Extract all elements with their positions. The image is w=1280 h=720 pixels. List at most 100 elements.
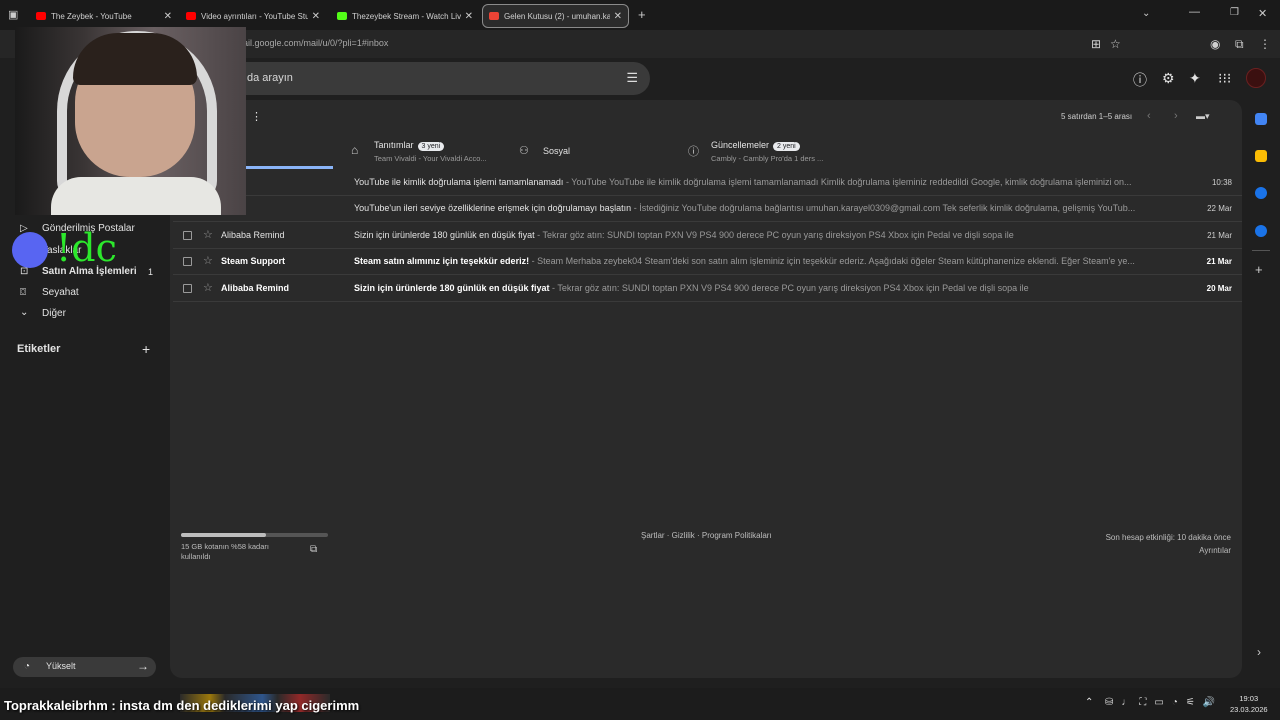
email-subject: Sizin için ürünlerde 180 günlük en düşük…: [354, 230, 535, 240]
email-row[interactable]: ☆ Alibaba Remind Sizin için ürünlerde 18…: [173, 223, 1242, 249]
webcam-person-shirt: [51, 177, 221, 215]
help-icon[interactable]: ⓘ: [1133, 70, 1147, 90]
address-text[interactable]: ail.google.com/mail/u/0/?pli=1#inbox: [243, 38, 388, 48]
restore-icon[interactable]: ❐: [1230, 7, 1239, 18]
tab-updates-label: Güncellemeler: [711, 140, 770, 150]
mail-search-bar[interactable]: da arayın ☰: [212, 62, 650, 95]
overlay-logo-text: !dc: [56, 226, 117, 270]
search-options-icon[interactable]: ☰: [626, 70, 638, 86]
tab-youtube[interactable]: The Zeybek - YouTube ✕: [30, 4, 178, 28]
tray-icons[interactable]: ⛁♩⛶▭◔⚟🔊: [1105, 697, 1223, 708]
storage-progress-bar: [181, 533, 328, 537]
tab-kick-stream[interactable]: Thezeybek Stream - Watch Live ✕: [331, 4, 479, 28]
rail-divider: [1252, 250, 1270, 251]
chevron-down-icon[interactable]: ⌄: [1142, 8, 1150, 19]
density-toggle-icon[interactable]: ▬▾: [1196, 111, 1210, 122]
email-subject-line: Sizin için ürünlerde 180 günlük en düşük…: [354, 230, 1169, 240]
profile-icon[interactable]: ◉: [1210, 37, 1220, 51]
kick-icon: [337, 12, 347, 20]
tray-chevron-icon[interactable]: ⌃: [1085, 697, 1093, 708]
extensions-icon[interactable]: ⧉: [1235, 37, 1244, 52]
tab-youtube-studio[interactable]: Video ayrıntıları - YouTube Studio✕: [180, 4, 326, 28]
tab-updates-preview: Cambly - Cambly Pro'da 1 ders ...: [711, 154, 824, 163]
footer-links[interactable]: Şartlar · Gizlilik · Program Politikalar…: [641, 531, 772, 540]
primary-tab-indicator: [233, 166, 333, 169]
email-date: 10:38: [1211, 178, 1232, 187]
tasks-icon[interactable]: [1255, 187, 1267, 199]
close-tab-icon[interactable]: ✕: [465, 11, 473, 22]
sidebar-item-travel[interactable]: Seyahat: [42, 287, 79, 298]
prev-page-icon[interactable]: ‹: [1147, 110, 1151, 122]
email-row[interactable]: ☆ Alibaba Remind Sizin için ürünlerde 18…: [173, 276, 1242, 302]
email-preview: - YouTube YouTube ile kimlik doğrulama i…: [563, 177, 1132, 187]
gmail-icon: [489, 12, 499, 20]
select-checkbox[interactable]: [183, 284, 192, 293]
clock-time: 19:03: [1239, 694, 1259, 703]
purchases-count: 1: [148, 267, 154, 277]
contacts-icon[interactable]: [1255, 225, 1267, 237]
tab-updates[interactable]: Güncellemeler 2 yeni Cambly - Cambly Pro'…: [711, 140, 836, 163]
details-link[interactable]: Ayrıntılar: [1106, 544, 1231, 557]
discord-logo: [12, 232, 48, 268]
star-icon[interactable]: ☆: [203, 254, 213, 267]
sidebar-item-more[interactable]: Diğer: [42, 308, 66, 319]
taskbar-clock[interactable]: 19:03 23.03.2026: [1230, 693, 1268, 715]
install-app-icon[interactable]: ⊞: [1091, 37, 1101, 51]
email-sender: Alibaba Remind: [221, 283, 290, 293]
email-preview: - İstediğiniz YouTube doğrulama bağlantı…: [631, 203, 1136, 213]
email-subject: Steam satın alımınız için teşekkür ederi…: [354, 256, 530, 266]
email-date: 22 Mar: [1207, 204, 1232, 213]
account-activity-text: Son hesap etkinliği: 10 dakika önce: [1105, 533, 1231, 542]
email-subject-line: Sizin için ürünlerde 180 günlük en düşük…: [354, 283, 1169, 293]
arrow-right-icon: →: [137, 659, 149, 673]
email-date: 21 Mar: [1207, 231, 1232, 240]
tag-icon: ⌂: [351, 143, 359, 157]
new-tab-icon[interactable]: +: [638, 7, 646, 22]
tab-social[interactable]: Sosyal: [543, 146, 570, 156]
labels-heading: Etiketler: [17, 343, 61, 355]
pagination-text: 5 satırdan 1–5 arası: [1061, 112, 1133, 121]
select-checkbox[interactable]: [183, 231, 192, 240]
close-tab-icon[interactable]: ✕: [312, 11, 320, 22]
search-input[interactable]: da arayın: [247, 72, 293, 84]
minimize-icon[interactable]: —: [1189, 6, 1200, 18]
new-badge: 2 yeni: [773, 142, 800, 151]
email-row[interactable]: ☆ Steam Support Steam satın alımınız içi…: [173, 249, 1242, 275]
add-addon-icon[interactable]: +: [1255, 262, 1267, 277]
close-window-icon[interactable]: ✕: [1258, 7, 1267, 20]
close-tab-icon[interactable]: ✕: [614, 11, 622, 22]
apps-grid-icon[interactable]: ⁝⁝⁝: [1218, 70, 1231, 87]
storage-text: 15 GB kotanın %58 kadarı kullanıldı: [181, 542, 269, 561]
email-row[interactable]: ☆ be YouTube ile kimlik doğrulama işlemi…: [173, 170, 1242, 196]
star-icon[interactable]: ☆: [203, 281, 213, 294]
bookmark-star-icon[interactable]: ☆: [1110, 37, 1121, 51]
tab-actions-icon[interactable]: ▣: [8, 8, 18, 21]
calendar-icon[interactable]: [1255, 113, 1267, 125]
add-label-icon[interactable]: +: [142, 341, 150, 357]
email-sender: Alibaba Remind: [221, 230, 285, 240]
account-activity: Son hesap etkinliği: 10 dakika önce Ayrı…: [1106, 531, 1231, 557]
tab-promotions[interactable]: Tanıtımlar 3 yeni Team Vivaldi - Your Viv…: [374, 140, 499, 163]
chevron-down-icon[interactable]: ⌄: [20, 307, 28, 318]
email-date: 21 Mar: [1206, 257, 1232, 266]
upgrade-button[interactable]: ◔ Yükselt →: [13, 657, 156, 677]
gear-icon[interactable]: ⚙: [1162, 70, 1175, 87]
email-preview: - Tekrar göz atın: SUNDI toptan PXN V9 P…: [549, 283, 1029, 293]
next-page-icon[interactable]: ›: [1174, 110, 1178, 122]
tab-gmail[interactable]: Gelen Kutusu (2) - umuhan.karayel✕: [482, 4, 629, 28]
keep-icon[interactable]: [1255, 150, 1267, 162]
email-preview: - Tekrar göz atın: SUNDI toptan PXN V9 P…: [534, 230, 1014, 240]
more-options-icon[interactable]: ⋮: [251, 110, 262, 123]
email-subject-line: YouTube'un ileri seviye özelliklerine er…: [354, 203, 1169, 213]
open-external-icon[interactable]: ⧉: [310, 544, 317, 555]
star-icon[interactable]: ☆: [203, 228, 213, 241]
clock-date: 23.03.2026: [1230, 705, 1268, 714]
select-checkbox[interactable]: [183, 257, 192, 266]
email-subject-line: Steam satın alımınız için teşekkür ederi…: [354, 256, 1169, 266]
expand-panel-icon[interactable]: ›: [1257, 645, 1261, 659]
close-tab-icon[interactable]: ✕: [164, 11, 172, 22]
email-row[interactable]: ☆ e YouTube'un ileri seviye özelliklerin…: [173, 196, 1242, 222]
avatar[interactable]: [1246, 68, 1266, 88]
menu-dots-icon[interactable]: ⋮: [1259, 37, 1271, 51]
gemini-icon[interactable]: ✦: [1189, 70, 1201, 87]
